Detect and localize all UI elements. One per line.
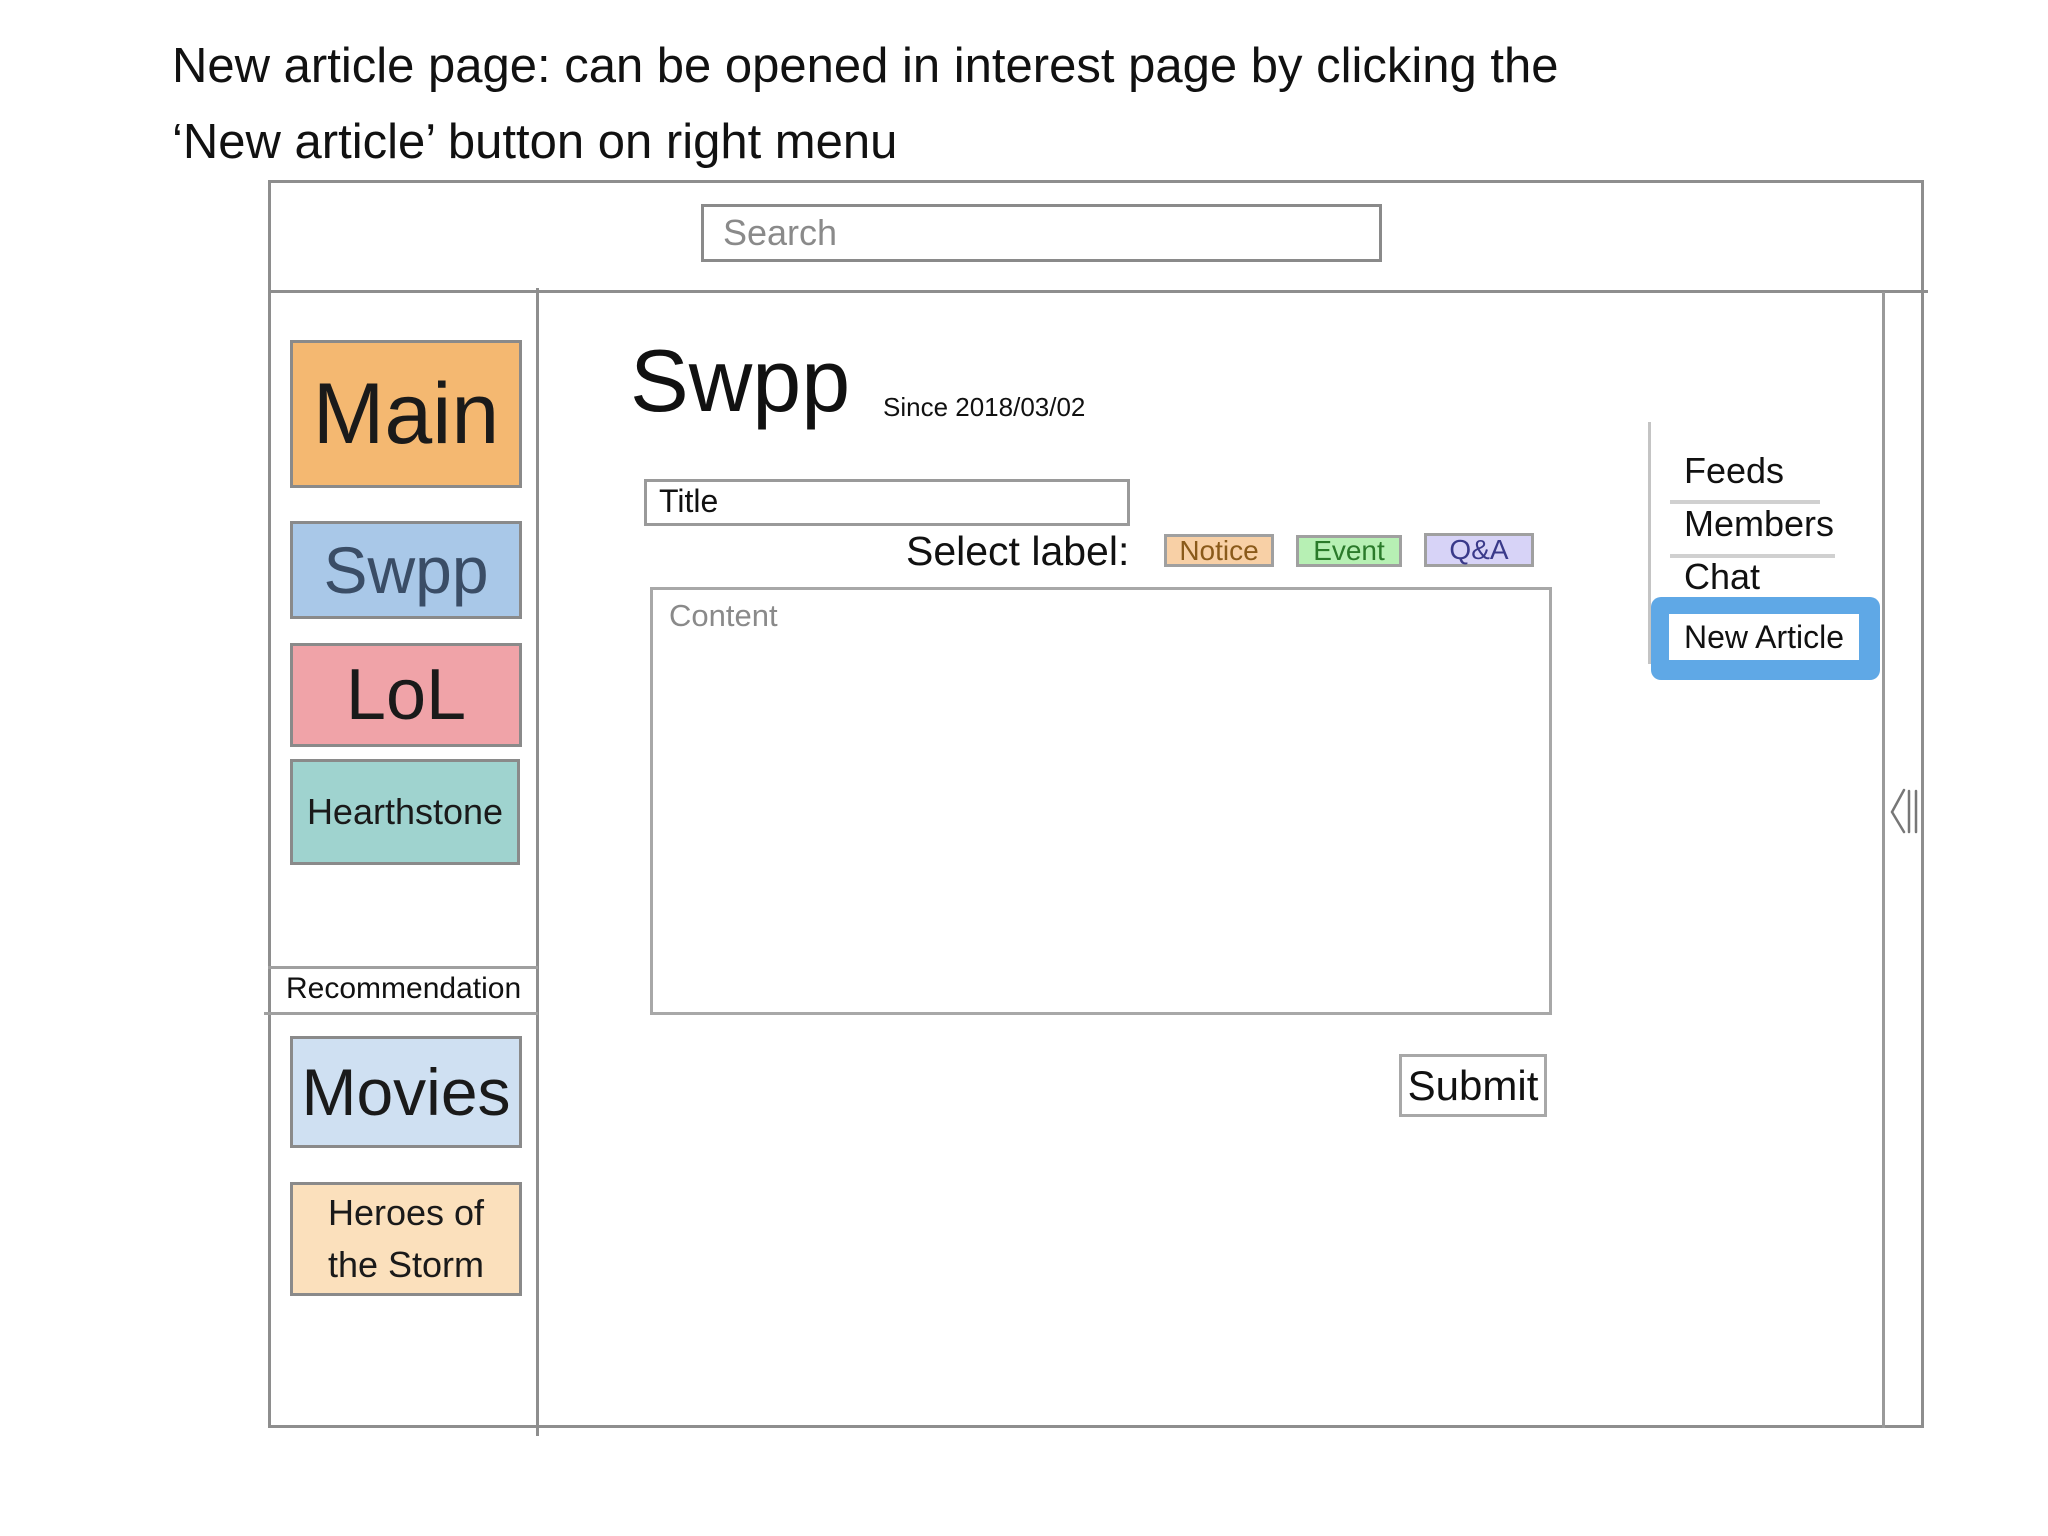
right-menu-item-feeds[interactable]: Feeds (1684, 450, 1784, 492)
submit-button[interactable]: Submit (1399, 1054, 1547, 1117)
sidebar-item-main[interactable]: Main (290, 340, 522, 488)
new-article-button[interactable]: New Article (1669, 614, 1859, 660)
recommendation-item-heroes-of-the-storm[interactable]: Heroes of the Storm (290, 1182, 522, 1296)
caption-line-1: New article page: can be opened in inter… (172, 39, 1559, 93)
sidebar-item-hearthstone[interactable]: Hearthstone (290, 759, 520, 865)
recommendation-heading: Recommendation (286, 972, 522, 1005)
select-label-text: Select label: (906, 528, 1130, 574)
recommendation-item-label-line1: Heroes of (327, 1192, 485, 1233)
title-placeholder: Title (659, 483, 719, 519)
caption-line-2: ‘New article’ button on right menu (172, 115, 898, 169)
header-divider (268, 290, 1928, 293)
right-panel-edge (1882, 292, 1885, 1428)
sidebar-divider (536, 288, 539, 1436)
label-chip-notice[interactable]: Notice (1164, 534, 1274, 567)
since-date: Since 2018/03/02 (883, 392, 1086, 422)
content-placeholder: Content (669, 598, 778, 633)
label-chip-qa[interactable]: Q&A (1424, 533, 1534, 567)
recommendation-item-label-line2: the Storm (327, 1244, 485, 1285)
collapse-panel-icon[interactable] (1890, 786, 1920, 836)
recommendation-divider-bottom (264, 1012, 538, 1015)
recommendation-divider-top (268, 966, 538, 969)
sidebar-item-lol[interactable]: LoL (290, 643, 522, 747)
search-placeholder: Search (723, 212, 838, 253)
label-chip-event[interactable]: Event (1296, 535, 1402, 567)
content-textarea[interactable] (650, 587, 1552, 1015)
right-menu-item-members[interactable]: Members (1684, 503, 1834, 545)
page-title: Swpp (630, 331, 851, 430)
sidebar-item-swpp[interactable]: Swpp (290, 521, 522, 619)
recommendation-item-movies[interactable]: Movies (290, 1036, 522, 1148)
right-menu-item-chat[interactable]: Chat (1684, 556, 1760, 598)
caption: New article page: can be opened in inter… (172, 28, 1872, 180)
